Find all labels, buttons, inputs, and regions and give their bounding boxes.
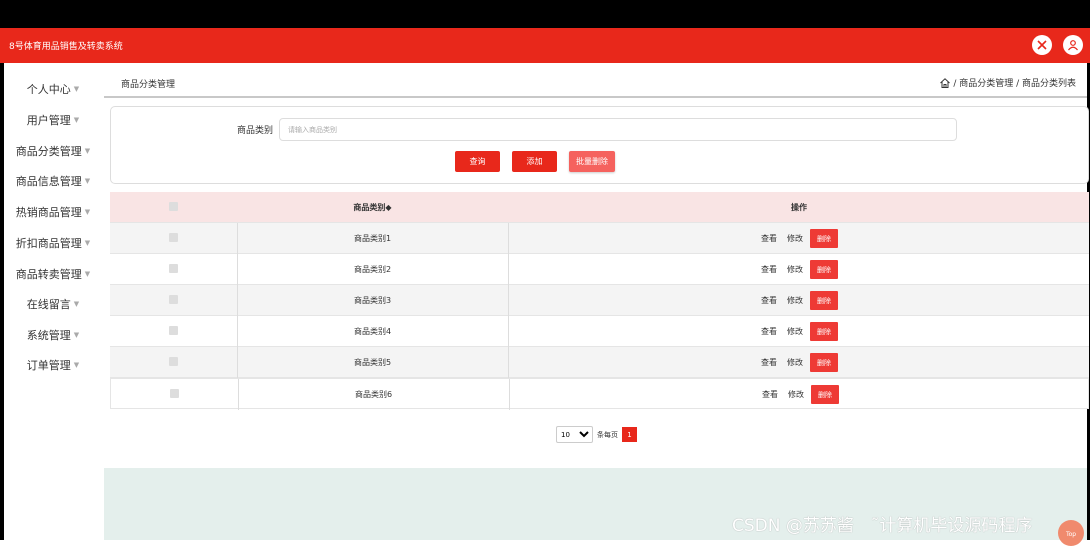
breadcrumb: / 商品分类管理 / 商品分类列表	[939, 76, 1076, 89]
search-label: 商品类别	[237, 126, 274, 136]
chevron-down-icon: ▼	[84, 269, 91, 278]
row-checkbox[interactable]	[169, 326, 178, 335]
sidebar-item-hot-products[interactable]: 热销商品管理 ▼	[4, 196, 102, 227]
row-checkbox[interactable]	[169, 264, 178, 273]
view-button[interactable]: 查看	[761, 357, 777, 368]
chevron-down-icon: ▼	[84, 176, 91, 185]
table-row: 商品类别3 查看 修改 删除	[110, 285, 1089, 316]
chevron-down-icon: ▼	[73, 84, 80, 93]
view-button[interactable]: 查看	[761, 295, 777, 306]
sidebar-item-resale[interactable]: 商品转卖管理 ▼	[4, 258, 102, 289]
delete-button[interactable]: 删除	[810, 322, 838, 341]
chevron-down-icon: ▼	[73, 330, 80, 339]
view-button[interactable]: 查看	[762, 389, 778, 400]
sidebar-item-label: 在线留言	[26, 297, 71, 311]
sidebar-item-product-info[interactable]: 商品信息管理 ▼	[4, 165, 102, 196]
delete-button[interactable]: 删除	[810, 229, 838, 248]
page-size-label: 条每页	[597, 430, 618, 439]
view-button[interactable]: 查看	[761, 264, 777, 275]
sidebar: 个人中心 ▼ 用户管理 ▼ 商品分类管理 ▼ 商品信息管理 ▼ 热销商品管理 ▼ 折扣商品…	[4, 63, 102, 540]
delete-button[interactable]: 删除	[810, 353, 838, 372]
fullscreen-icon[interactable]	[1032, 35, 1052, 55]
sidebar-item-orders[interactable]: 订单管理 ▼	[4, 349, 102, 380]
column-header-category[interactable]: 商品类别◆	[237, 192, 508, 223]
delete-button[interactable]: 删除	[811, 385, 839, 404]
row-checkbox[interactable]	[169, 295, 178, 304]
sidebar-item-label: 商品信息管理	[15, 174, 82, 188]
select-all-checkbox[interactable]	[169, 202, 178, 211]
table-row: 商品类别6 查看 修改 删除	[110, 378, 1089, 410]
chevron-down-icon: ▼	[84, 146, 91, 155]
row-checkbox[interactable]	[169, 233, 178, 242]
edit-button[interactable]: 修改	[787, 326, 803, 337]
delete-button[interactable]: 删除	[810, 260, 838, 279]
sidebar-item-category[interactable]: 商品分类管理 ▼	[4, 135, 102, 166]
sidebar-item-system[interactable]: 系统管理 ▼	[4, 319, 102, 350]
page-button-current[interactable]: 1	[622, 427, 637, 442]
page-header: 商品分类管理 / 商品分类管理 / 商品分类列表	[104, 68, 1087, 98]
edit-button[interactable]: 修改	[787, 295, 803, 306]
table-row: 商品类别1 查看 修改 删除	[110, 223, 1089, 254]
user-avatar-icon[interactable]	[1063, 35, 1083, 55]
sidebar-item-label: 折扣商品管理	[15, 236, 82, 250]
breadcrumb-text[interactable]: / 商品分类管理 / 商品分类列表	[953, 76, 1076, 89]
column-header-actions: 操作	[791, 203, 807, 212]
view-button[interactable]: 查看	[761, 233, 777, 244]
edit-button[interactable]: 修改	[787, 357, 803, 368]
home-icon[interactable]	[939, 77, 951, 89]
page-title: 商品分类管理	[121, 80, 176, 90]
add-button[interactable]: 添加	[512, 151, 557, 172]
row-checkbox[interactable]	[170, 389, 179, 398]
sidebar-item-discount-products[interactable]: 折扣商品管理 ▼	[4, 227, 102, 258]
chevron-down-icon: ▼	[84, 207, 91, 216]
delete-button[interactable]: 删除	[810, 291, 838, 310]
watermark: CSDN @苏苏酱 ˜计算机毕设源码程序	[732, 516, 1033, 536]
table-row: 商品类别5 查看 修改 删除	[110, 347, 1089, 378]
category-cell: 商品类别5	[353, 358, 392, 367]
window-top-bar	[0, 0, 1090, 28]
edit-button[interactable]: 修改	[787, 233, 803, 244]
query-button[interactable]: 查询	[455, 151, 500, 172]
sidebar-item-messages[interactable]: 在线留言 ▼	[4, 288, 102, 319]
sidebar-item-label: 商品分类管理	[15, 144, 82, 158]
edit-button[interactable]: 修改	[787, 264, 803, 275]
table-header-row: 商品类别◆ 操作	[110, 192, 1089, 223]
category-cell: 商品类别2	[353, 265, 392, 274]
pagination: 10 条每页 1	[556, 426, 637, 443]
batch-delete-button[interactable]: 批量删除	[569, 151, 615, 172]
sidebar-item-label: 用户管理	[26, 113, 71, 127]
app-header: 8号体育用品销售及转卖系统	[0, 28, 1090, 63]
search-panel: 商品类别 查询 添加 批量删除	[110, 106, 1089, 184]
sidebar-item-label: 商品转卖管理	[15, 267, 82, 281]
sidebar-item-label: 系统管理	[26, 328, 71, 342]
sidebar-item-personal-center[interactable]: 个人中心 ▼	[4, 73, 102, 104]
chevron-down-icon: ▼	[73, 299, 80, 308]
sidebar-item-label: 个人中心	[26, 82, 71, 96]
sidebar-item-label: 订单管理	[26, 358, 71, 372]
category-cell: 商品类别3	[353, 296, 392, 305]
chevron-down-icon: ▼	[73, 115, 80, 124]
app-title: 8号体育用品销售及转卖系统	[9, 42, 123, 52]
edit-button[interactable]: 修改	[788, 389, 804, 400]
sidebar-item-users[interactable]: 用户管理 ▼	[4, 104, 102, 135]
category-cell: 商品类别6	[354, 390, 393, 399]
category-cell: 商品类别4	[353, 327, 392, 336]
table-row: 商品类别2 查看 修改 删除	[110, 254, 1089, 285]
page-size-select[interactable]: 10	[556, 426, 593, 443]
table-row: 商品类别4 查看 修改 删除	[110, 316, 1089, 347]
back-to-top-button[interactable]: Top	[1058, 520, 1084, 546]
sidebar-item-label: 热销商品管理	[15, 205, 82, 219]
category-search-input[interactable]	[279, 118, 957, 141]
category-cell: 商品类别1	[353, 234, 392, 243]
row-checkbox[interactable]	[169, 357, 178, 366]
chevron-down-icon: ▼	[84, 238, 91, 247]
chevron-down-icon: ▼	[73, 360, 80, 369]
view-button[interactable]: 查看	[761, 326, 777, 337]
